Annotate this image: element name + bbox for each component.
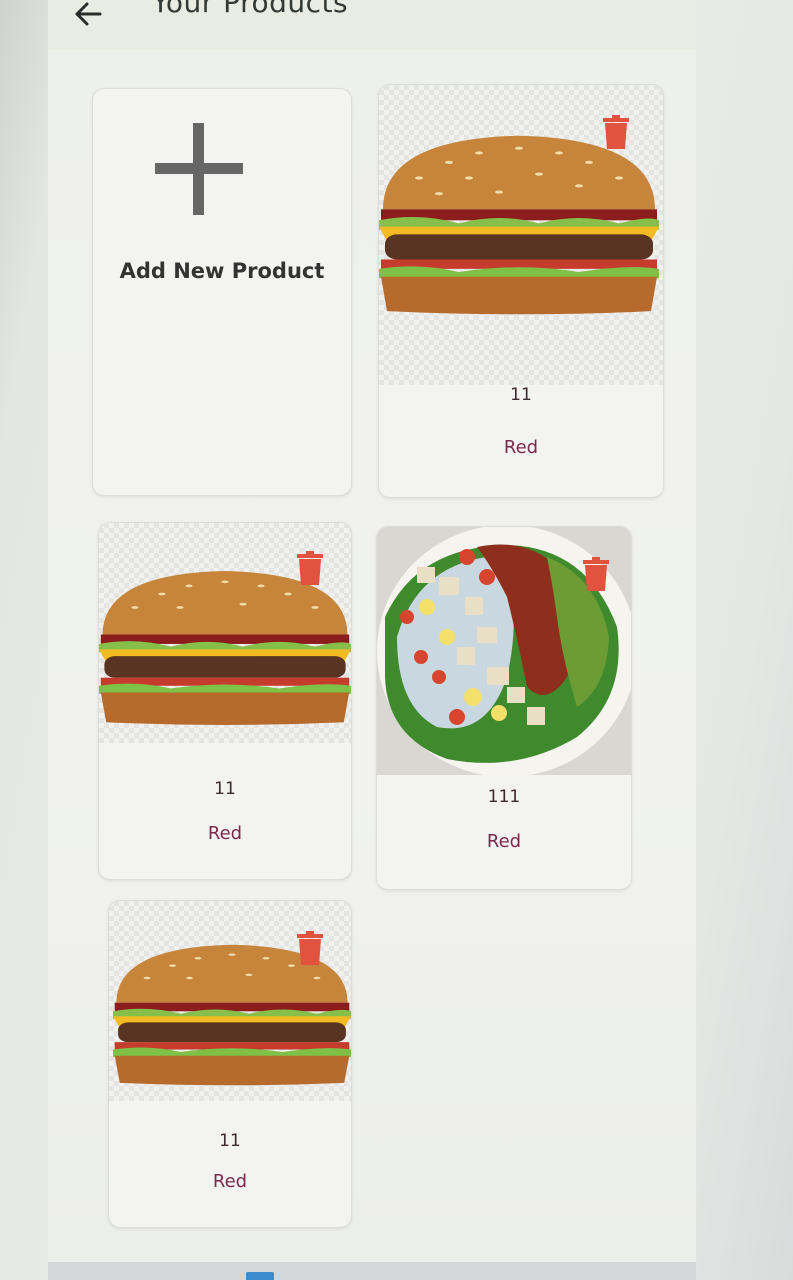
product-color: Red [212,1171,248,1192]
product-color: Red [503,437,539,458]
product-price: 11 [219,1131,241,1151]
trash-icon[interactable] [583,557,609,591]
add-product-label: Add New Product [119,259,325,283]
add-product-card[interactable]: Add New Product [92,88,352,496]
trash-icon[interactable] [297,551,323,585]
trash-icon[interactable] [603,115,629,149]
page-title: Your Products [152,0,349,19]
product-card[interactable]: 11 Red [378,84,664,498]
app-bar [48,0,696,50]
product-price: 111 [487,787,521,807]
product-card[interactable]: 111 Red [376,526,632,890]
product-price: 11 [510,385,532,405]
trash-icon[interactable] [297,931,323,965]
arrow-left-icon [75,2,102,26]
product-card[interactable]: 11 Red [108,900,352,1228]
product-card[interactable]: 11 Red [98,522,352,880]
plus-icon [155,123,243,215]
product-price: 11 [214,779,236,799]
product-color: Red [207,823,243,844]
bottom-bezel [48,1262,696,1280]
product-color: Red [486,831,522,852]
taskbar-indicator [246,1272,274,1280]
back-button[interactable] [70,0,106,30]
